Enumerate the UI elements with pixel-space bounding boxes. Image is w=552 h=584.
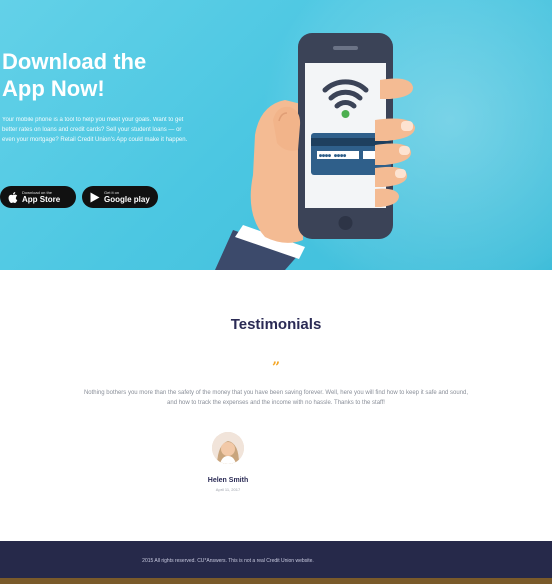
app-store-button[interactable]: Download on the App Store	[0, 186, 76, 208]
hand-holding-phone-illustration: ●●●● ●●●●	[215, 33, 416, 270]
app-store-small-label: Download on the	[22, 190, 53, 195]
hero-title-line2: App Now!	[2, 76, 105, 101]
testimonials-title: Testimonials	[230, 316, 322, 333]
quote-icon: ”	[271, 360, 281, 376]
google-play-label: Google play	[104, 195, 150, 204]
footer-copyright: 2015 All rights reserved. CU*Answers. Th…	[142, 558, 314, 564]
hero-title-line1: Download the	[2, 49, 147, 74]
hero-title: Download the App Now!	[2, 48, 202, 102]
testimonial-text: Nothing bothers you more than the safety…	[83, 390, 469, 406]
author-date: April 11, 2017	[215, 487, 241, 492]
google-play-button[interactable]: Get it on Google play	[82, 186, 158, 208]
apple-icon	[8, 191, 18, 203]
hero-section: Download the App Now! Your mobile phone …	[0, 0, 552, 270]
author-name: Helen Smith	[207, 477, 249, 484]
author-photo	[212, 432, 244, 464]
avatar	[212, 432, 244, 464]
footer: 2015 All rights reserved. CU*Answers. Th…	[0, 541, 552, 578]
google-play-small-label: Get it on	[104, 190, 120, 195]
app-store-label: App Store	[22, 195, 61, 204]
footer-accent-bar	[0, 578, 552, 584]
hero-description: Your mobile phone is a tool to help you …	[2, 117, 188, 143]
play-icon	[90, 192, 100, 202]
svg-text:●●●● ●●●●: ●●●● ●●●●	[319, 153, 346, 159]
